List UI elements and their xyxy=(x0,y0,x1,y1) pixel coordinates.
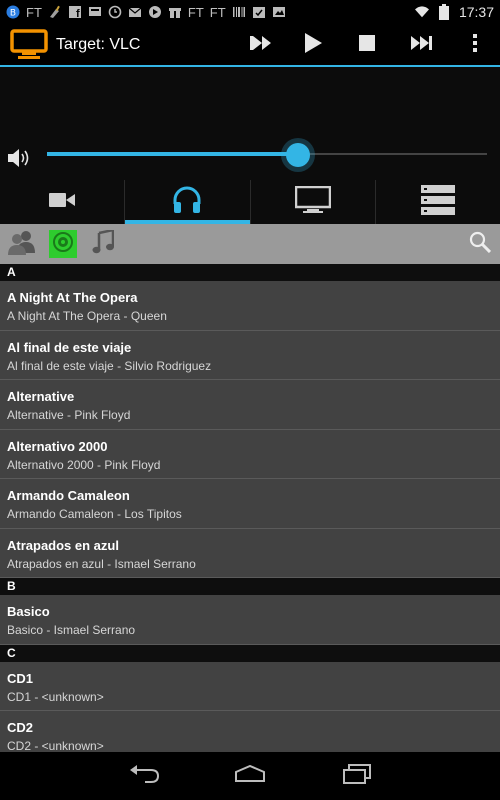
skip-previous-icon xyxy=(250,35,272,56)
list-item[interactable]: Al final de este viaje Al final de este v… xyxy=(0,330,500,380)
previous-button[interactable] xyxy=(236,24,286,66)
back-arrow-icon xyxy=(129,764,160,788)
play-icon xyxy=(304,32,322,58)
tab-list[interactable] xyxy=(376,180,500,224)
tab-bar xyxy=(0,180,500,224)
search-button[interactable] xyxy=(466,230,494,258)
section-header: C xyxy=(0,644,500,662)
album-disc-icon xyxy=(52,231,74,258)
album-title: CD2 xyxy=(7,720,34,735)
headphones-icon xyxy=(172,186,202,219)
album-list: AA Night At The Opera A Night At The Oper… xyxy=(0,264,500,752)
overflow-menu-button[interactable] xyxy=(450,24,500,66)
albums-filter-button[interactable] xyxy=(49,230,77,258)
recent-apps-icon xyxy=(342,763,372,789)
album-title: Alternativo 2000 xyxy=(7,438,108,454)
play-button[interactable] xyxy=(288,24,338,66)
list-item[interactable]: Basico Basico - Ismael Serrano xyxy=(0,595,500,645)
tab-video[interactable] xyxy=(0,180,126,224)
album-title: Alternative xyxy=(7,389,75,404)
tab-tv[interactable] xyxy=(251,180,376,224)
album-subtitle: Atrapados en azul - Ismael Serrano xyxy=(7,556,196,571)
album-subtitle: Alternativo 2000 - Pink Floyd xyxy=(7,457,161,472)
stop-button[interactable] xyxy=(342,24,392,66)
status-time: 17:37 xyxy=(458,4,494,20)
volume-icon xyxy=(8,148,30,173)
more-vert-icon xyxy=(472,33,478,58)
tab-audio[interactable] xyxy=(125,180,251,224)
notification-icon xyxy=(88,5,102,19)
facebook-icon: f xyxy=(68,5,82,19)
action-bar: Target: VLC xyxy=(0,24,500,66)
album-subtitle: CD2 - <unknown> xyxy=(7,739,104,752)
app-monitor-icon[interactable] xyxy=(10,28,48,62)
broom-icon xyxy=(48,5,62,19)
gift-icon xyxy=(168,5,182,19)
mail-icon xyxy=(128,5,142,19)
album-title: Basico xyxy=(7,604,50,619)
wifi-icon xyxy=(414,5,429,19)
album-subtitle: Armando Camaleon - Los Tipitos xyxy=(7,507,182,521)
section-header: A xyxy=(0,264,500,281)
album-subtitle: Al final de este viaje - Silvio Rodrigue… xyxy=(7,358,212,373)
recent-apps-button[interactable] xyxy=(337,762,377,790)
alarm-icon xyxy=(108,5,122,19)
album-title: CD1 xyxy=(7,670,34,686)
songs-filter-button[interactable] xyxy=(89,227,117,259)
list-item[interactable]: CD2 CD2 - <unknown> xyxy=(0,711,500,752)
list-item[interactable]: Alternative Alternative - Pink Floyd xyxy=(0,380,500,430)
list-item[interactable]: Alternativo 2000 Alternativo 2000 - Pink … xyxy=(0,429,500,479)
svg-text:f: f xyxy=(76,8,80,19)
status-text-ft-1: FT xyxy=(26,4,42,20)
album-title: Al final de este viaje xyxy=(7,339,132,355)
calendar-check-icon xyxy=(252,5,266,19)
target-title[interactable]: Target: VLC xyxy=(56,36,140,54)
stop-icon xyxy=(359,34,375,56)
video-camera-icon xyxy=(49,192,76,213)
list-item[interactable]: CD1 CD1 - <unknown> xyxy=(0,661,500,711)
list-item[interactable]: Atrapados en azul Atrapados en azul - Ism… xyxy=(0,528,500,578)
player-area xyxy=(0,67,500,180)
list-item[interactable]: A Night At The Opera A Night At The Opera… xyxy=(0,281,500,331)
filter-bar xyxy=(0,224,500,264)
album-title: Armando Camaleon xyxy=(7,488,130,503)
play-store-icon xyxy=(148,5,162,19)
bitcoin-icon: B xyxy=(6,5,20,19)
list-item[interactable]: Armando Camaleon Armando Camaleon - Los T… xyxy=(0,479,500,529)
artists-filter-button[interactable] xyxy=(8,230,36,258)
next-button[interactable] xyxy=(396,24,446,66)
volume-slider-fill xyxy=(47,152,298,156)
volume-slider-thumb[interactable] xyxy=(286,143,310,167)
section-header: B xyxy=(0,578,500,595)
album-title: A Night At The Opera xyxy=(7,290,138,305)
barcode-icon xyxy=(232,5,246,19)
list-stack-icon xyxy=(420,184,455,220)
album-subtitle: Alternative - Pink Floyd xyxy=(7,408,131,422)
home-icon xyxy=(234,764,266,788)
skip-next-icon xyxy=(410,35,432,56)
search-icon xyxy=(469,231,492,258)
status-text-ft-2: FT xyxy=(187,4,204,20)
artists-icon xyxy=(8,229,36,260)
back-button[interactable] xyxy=(124,762,164,790)
battery-icon xyxy=(437,4,451,20)
music-note-icon xyxy=(92,227,115,259)
status-bar: B FT f FT FT 17:37 xyxy=(0,0,500,24)
status-text-ft-3: FT xyxy=(209,4,226,20)
photo-icon xyxy=(272,5,286,19)
navigation-bar xyxy=(0,752,500,800)
tv-monitor-icon xyxy=(294,185,331,219)
album-subtitle: Basico - Ismael Serrano xyxy=(7,623,136,637)
svg-text:B: B xyxy=(10,9,16,19)
album-subtitle: CD1 - <unknown> xyxy=(7,689,104,704)
home-button[interactable] xyxy=(230,762,270,790)
album-subtitle: A Night At The Opera - Queen xyxy=(7,309,167,323)
album-title: Atrapados en azul xyxy=(7,537,119,553)
